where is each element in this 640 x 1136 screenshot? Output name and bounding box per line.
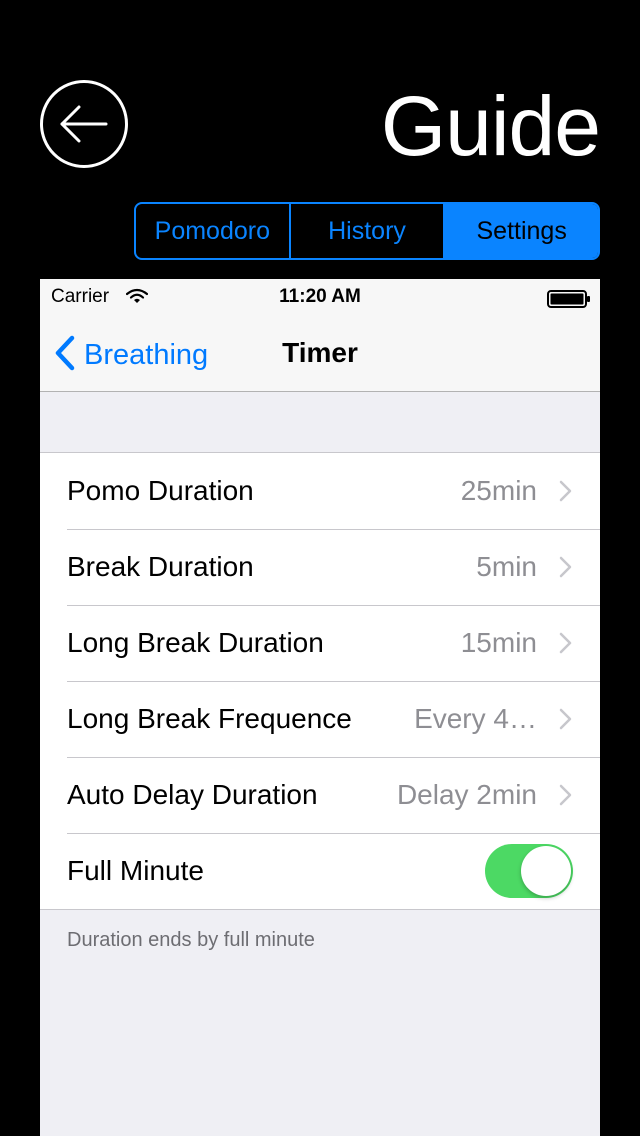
chevron-right-icon — [558, 784, 572, 811]
back-arrow-icon[interactable] — [40, 80, 128, 168]
chevron-right-icon — [558, 480, 572, 507]
setting-value: 15min — [460, 627, 537, 658]
setting-value: Delay 2min — [396, 779, 537, 810]
setting-label: Full Minute — [67, 855, 204, 886]
navigation-bar: Breathing Timer — [40, 319, 600, 392]
setting-value: Every 4… — [414, 703, 537, 734]
toggle-knob — [521, 846, 571, 896]
setting-value: 25min — [460, 475, 537, 506]
chevron-right-icon — [558, 556, 572, 583]
setting-label: Long Break Duration — [67, 627, 324, 658]
setting-row-break-duration[interactable]: Break Duration 5min — [40, 529, 600, 605]
segment-history[interactable]: History — [288, 204, 444, 258]
chevron-right-icon — [558, 632, 572, 659]
section-footer: Duration ends by full minute — [67, 929, 315, 951]
segment-pomodoro[interactable]: Pomodoro — [136, 204, 289, 258]
setting-row-full-minute: Full Minute — [40, 833, 600, 909]
status-time: 11:20 AM — [279, 286, 361, 307]
setting-row-pomo-duration[interactable]: Pomo Duration 25min — [40, 453, 600, 529]
setting-value: 5min — [476, 551, 537, 582]
timer-settings-table: Pomo Duration 25min Break Duration 5min … — [40, 452, 600, 910]
section-segmented-control: Pomodoro History Settings — [134, 202, 600, 260]
guide-title: Guide — [380, 79, 601, 173]
setting-row-long-break-duration[interactable]: Long Break Duration 15min — [40, 605, 600, 681]
setting-label: Auto Delay Duration — [67, 779, 318, 810]
battery-icon — [547, 290, 591, 313]
chevron-right-icon — [558, 708, 572, 735]
setting-label: Break Duration — [67, 551, 254, 582]
nav-title: Timer — [282, 337, 358, 368]
status-bar: Carrier 11:20 AM — [40, 279, 600, 319]
guide-header: Guide Pomodoro History Settings — [0, 0, 640, 270]
full-minute-toggle[interactable] — [485, 844, 573, 898]
setting-row-auto-delay-duration[interactable]: Auto Delay Duration Delay 2min — [40, 757, 600, 833]
setting-row-long-break-frequence[interactable]: Long Break Frequence Every 4… — [40, 681, 600, 757]
phone-screen-preview: Carrier 11:20 AM Breathing Timer Pomo Du… — [40, 279, 600, 1136]
setting-label: Long Break Frequence — [67, 703, 352, 734]
setting-label: Pomo Duration — [67, 475, 254, 506]
segment-settings[interactable]: Settings — [443, 204, 598, 258]
